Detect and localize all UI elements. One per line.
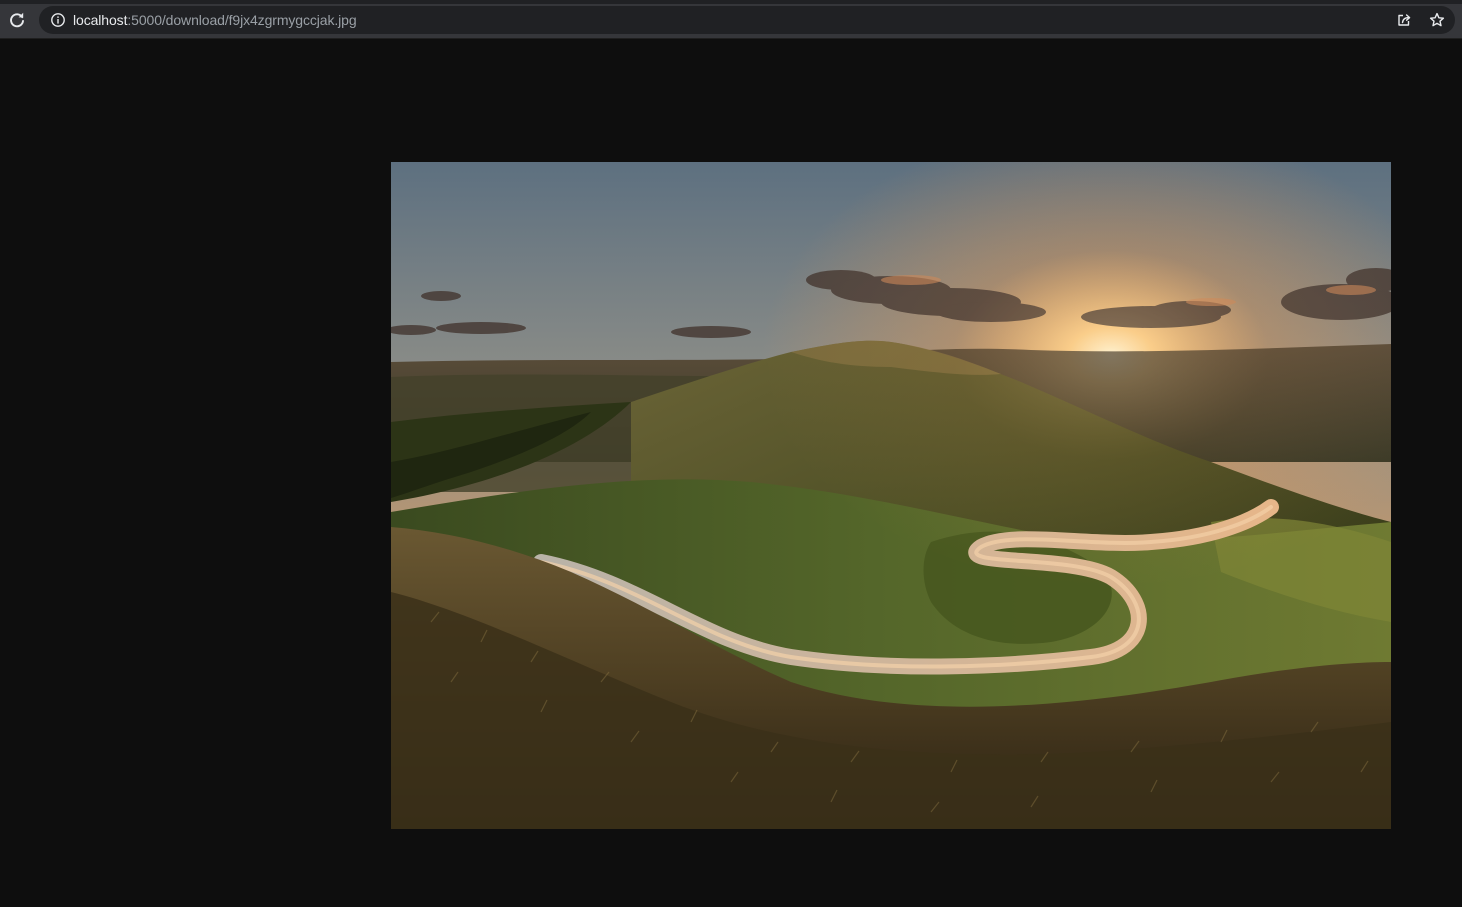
url-text[interactable]: localhost:5000/download/f9jx4zgrmygccjak… — [73, 12, 357, 28]
image-viewer — [0, 39, 1462, 907]
share-icon[interactable] — [1396, 12, 1412, 28]
star-icon[interactable] — [1429, 12, 1445, 28]
tab-strip-edge — [0, 0, 1462, 4]
browser-toolbar: localhost:5000/download/f9jx4zgrmygccjak… — [0, 0, 1462, 39]
photo-illustration — [391, 162, 1391, 829]
landscape-photo[interactable] — [391, 162, 1391, 829]
url-path: :5000/download/f9jx4zgrmygccjak.jpg — [127, 12, 357, 28]
address-bar[interactable]: localhost:5000/download/f9jx4zgrmygccjak… — [39, 6, 1455, 34]
info-icon[interactable] — [50, 12, 66, 28]
reload-button[interactable] — [6, 9, 28, 31]
url-host: localhost — [73, 12, 128, 28]
reload-icon — [10, 12, 24, 28]
